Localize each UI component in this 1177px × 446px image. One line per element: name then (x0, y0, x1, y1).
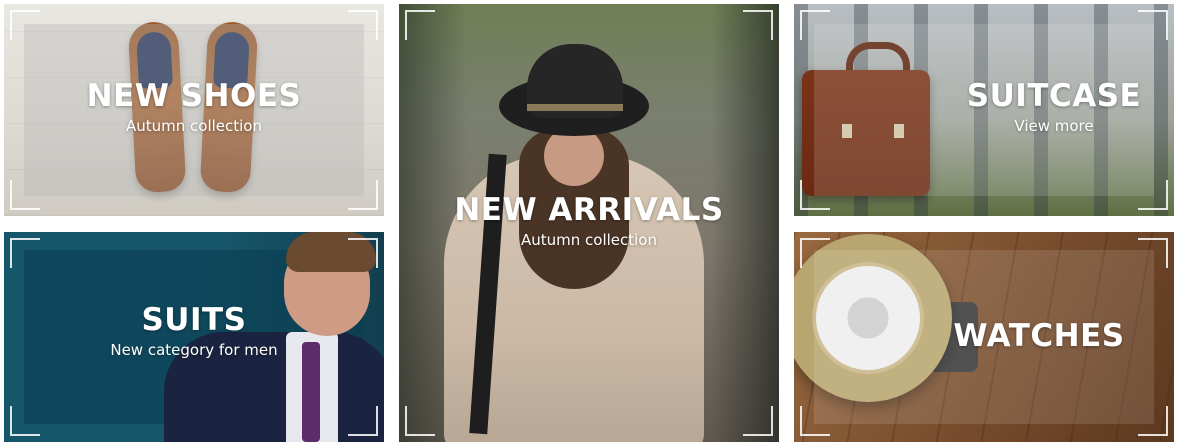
corner-frame-icon (348, 10, 378, 40)
corner-frame-icon (1138, 238, 1168, 268)
corner-frame-icon (743, 10, 773, 40)
corner-frame-icon (800, 406, 830, 436)
corner-frame-icon (743, 406, 773, 436)
corner-frame-icon (1138, 10, 1168, 40)
tile-title: WATCHES (953, 318, 1125, 354)
corner-frame-icon (348, 238, 378, 268)
corner-frame-icon (10, 10, 40, 40)
tile-subtitle: View more (1014, 117, 1094, 135)
corner-frame-icon (348, 180, 378, 210)
corner-frame-icon (800, 180, 830, 210)
corner-frame-icon (10, 180, 40, 210)
category-tile-watches[interactable]: WATCHES (794, 232, 1174, 442)
tile-title: SUITCASE (966, 78, 1142, 114)
corner-frame-icon (800, 10, 830, 40)
corner-frame-icon (1138, 406, 1168, 436)
category-tile-new-arrivals[interactable]: NEW ARRIVALS Autumn collection (399, 4, 779, 442)
category-tile-suitcase[interactable]: SUITCASE View more (794, 4, 1174, 216)
corner-frame-icon (800, 238, 830, 268)
corner-frame-icon (10, 406, 40, 436)
tile-caption: WATCHES (904, 318, 1174, 354)
corner-frame-icon (405, 10, 435, 40)
tile-caption: NEW SHOES Autumn collection (4, 78, 384, 136)
tile-title: NEW ARRIVALS (454, 192, 724, 228)
category-tile-new-shoes[interactable]: NEW SHOES Autumn collection (4, 4, 384, 216)
tile-caption: NEW ARRIVALS Autumn collection (399, 192, 779, 250)
corner-frame-icon (348, 406, 378, 436)
tile-title: NEW SHOES (86, 78, 302, 114)
corner-frame-icon (1138, 180, 1168, 210)
tile-caption: SUITS New category for men (4, 302, 384, 360)
tile-subtitle: Autumn collection (520, 231, 657, 249)
tile-subtitle: New category for men (110, 341, 278, 359)
corner-frame-icon (405, 406, 435, 436)
category-tile-suits[interactable]: SUITS New category for men (4, 232, 384, 442)
corner-frame-icon (10, 238, 40, 268)
tile-subtitle: Autumn collection (125, 117, 262, 135)
tile-caption: SUITCASE View more (934, 78, 1174, 136)
hat-band (527, 104, 623, 111)
tile-title: SUITS (141, 302, 247, 338)
